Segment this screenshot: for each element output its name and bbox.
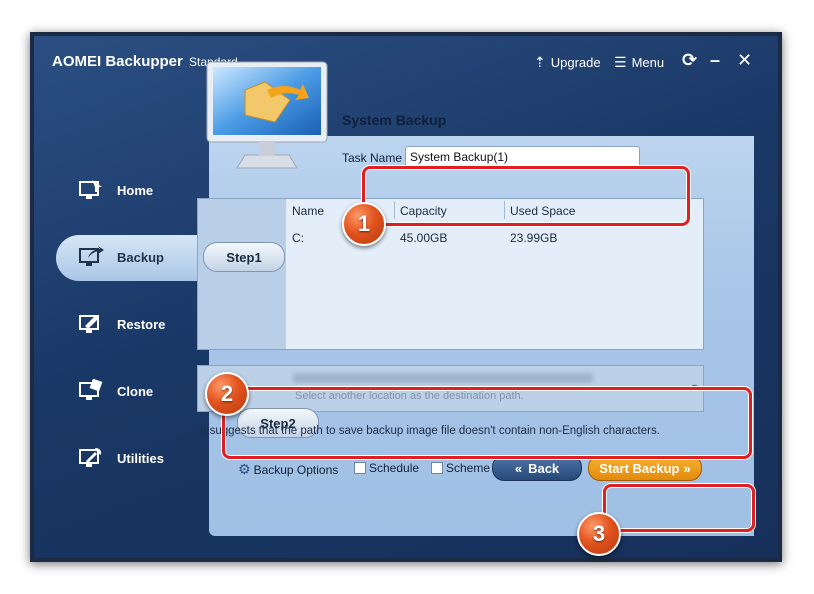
sidebar-item-label: Restore: [117, 317, 166, 332]
task-name-input[interactable]: [405, 146, 640, 168]
step-marker-1: 1: [342, 202, 386, 246]
menu-button[interactable]: ☰ Menu: [614, 54, 664, 71]
refresh-icon[interactable]: ⟳: [682, 50, 697, 71]
schedule-checkbox[interactable]: Schedule: [354, 461, 419, 475]
app-name: AOMEI Backupper: [52, 53, 183, 70]
sidebar-item-label: Utilities: [117, 451, 164, 466]
cell-name[interactable]: C:: [292, 231, 304, 245]
backup-options-link[interactable]: ⚙ Backup Options: [238, 461, 338, 478]
page-title: System Backup: [342, 112, 447, 128]
sidebar-item-utilities[interactable]: Utilities: [56, 436, 231, 482]
sidebar-item-label: Home: [117, 183, 154, 198]
step1-sidebar: [198, 199, 286, 349]
upgrade-button[interactable]: ⇡ Upgrade: [534, 54, 601, 71]
step-marker-3: 3: [577, 512, 621, 556]
double-chevron-right-icon: »: [683, 460, 691, 476]
highlight-step2: [222, 387, 752, 459]
checkbox-box[interactable]: [354, 462, 366, 474]
backup-icon: [79, 246, 104, 266]
schedule-label: Schedule: [369, 461, 420, 475]
wrench-icon: [79, 448, 102, 467]
scheme-label: Scheme: [446, 461, 491, 475]
restore-icon: [79, 315, 99, 333]
gear-icon: ⚙: [238, 461, 251, 477]
minimize-icon[interactable]: –: [710, 50, 720, 71]
home-icon: [79, 180, 102, 199]
checkbox-box[interactable]: [431, 462, 443, 474]
highlight-start-backup: [603, 484, 755, 532]
close-icon[interactable]: ✕: [737, 50, 752, 71]
cell-used-space[interactable]: 23.99GB: [510, 231, 557, 245]
title-bar: AOMEI Backupper Standard ⇡ Upgrade ☰ Men…: [34, 36, 778, 86]
menu-icon: ☰: [614, 54, 627, 70]
destination-path-blurred: [293, 373, 593, 383]
upgrade-icon: ⇡: [534, 54, 546, 70]
double-chevron-left-icon: «: [514, 460, 523, 476]
monitor-backup-icon: [206, 61, 328, 169]
sidebar-item-label: Clone: [117, 384, 154, 399]
menu-label: Menu: [631, 55, 665, 70]
column-header-name: Name: [292, 204, 325, 218]
task-name-label: Task Name: [342, 151, 403, 165]
step-marker-2: 2: [205, 372, 249, 416]
clone-icon: [79, 379, 103, 400]
step1-button[interactable]: Step1: [203, 242, 285, 272]
cell-capacity[interactable]: 45.00GB: [400, 231, 447, 245]
start-label: Start Backup: [599, 460, 680, 476]
back-label: Back: [528, 460, 560, 476]
highlight-task-name: [362, 166, 690, 226]
sidebar-item-label: Backup: [117, 250, 164, 265]
backup-options-label: Backup Options: [253, 462, 339, 477]
scheme-checkbox[interactable]: Scheme: [431, 461, 490, 475]
upgrade-label: Upgrade: [550, 55, 601, 70]
